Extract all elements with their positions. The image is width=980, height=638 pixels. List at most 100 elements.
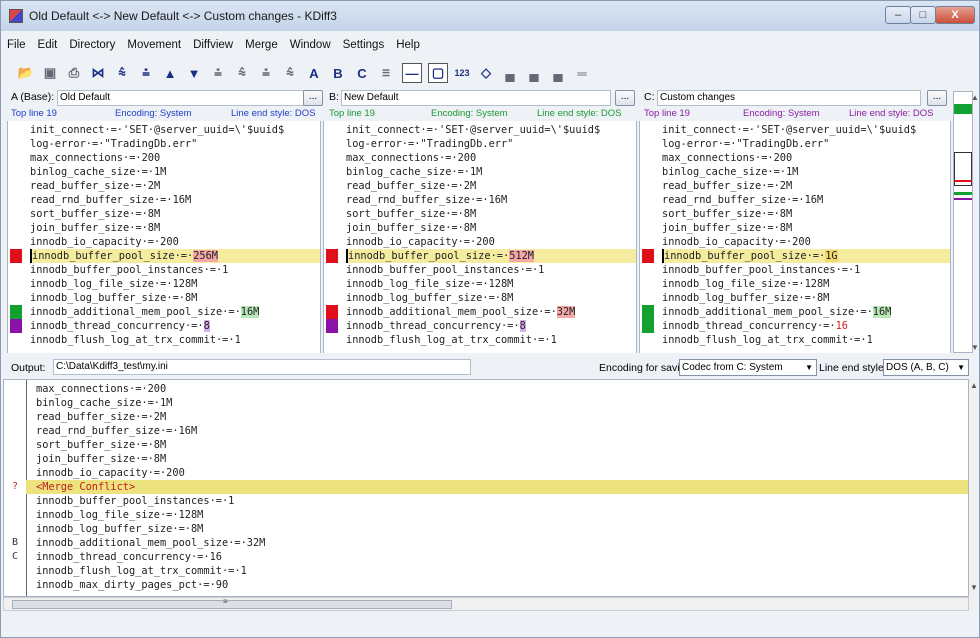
output-line: read_rnd_buffer_size·=·16M bbox=[36, 425, 198, 437]
next-conflict-icon[interactable]: ⩮ bbox=[207, 62, 229, 84]
pane-a-line-end: Line end style: DOS bbox=[231, 108, 316, 119]
pane-b-diff-view[interactable]: init_connect·=·'SET·@server_uuid=\'$uuid… bbox=[323, 121, 637, 353]
code-line-changed: innodb_thread_concurrency·=·8 bbox=[30, 319, 210, 333]
dual-pane-icon[interactable]: ▄ bbox=[547, 62, 569, 84]
first-conflict-icon[interactable]: ⩯ bbox=[279, 62, 301, 84]
choose-a-icon[interactable]: A bbox=[303, 62, 325, 84]
status-bar bbox=[1, 615, 979, 637]
auto-solve-icon[interactable]: ☰ bbox=[375, 62, 397, 84]
output-path-field[interactable]: C:\Data\Kdiff3_test\my.ini bbox=[53, 359, 471, 375]
code-line-conflict: innodb_buffer_pool_size·=·512M bbox=[346, 249, 636, 263]
pane-b-label: B: bbox=[329, 91, 339, 103]
menu-directory[interactable]: Directory bbox=[63, 39, 121, 51]
choose-c-icon[interactable]: C bbox=[351, 62, 373, 84]
close-button[interactable]: X bbox=[935, 6, 975, 24]
menu-help[interactable]: Help bbox=[390, 39, 426, 51]
source-indicator: C bbox=[12, 551, 19, 562]
menu-merge[interactable]: Merge bbox=[239, 39, 284, 51]
source-indicator: B bbox=[12, 537, 19, 548]
merge-output-view[interactable]: max_connections·=·200 binlog_cache_size·… bbox=[3, 379, 969, 597]
output-horizontal-scrollbar[interactable]: ≡ bbox=[3, 597, 969, 611]
menu-window[interactable]: Window bbox=[284, 39, 337, 51]
code-line: innodb_flush_log_at_trx_commit·=·1 bbox=[346, 334, 557, 346]
changed-value: 8 bbox=[519, 320, 526, 332]
line-end-style-label: Line end style: bbox=[819, 362, 887, 374]
pane-b-filename[interactable]: New Default bbox=[341, 90, 611, 106]
pane-c-filename[interactable]: Custom changes bbox=[657, 90, 921, 106]
sync-icon[interactable]: ═ bbox=[571, 62, 593, 84]
split-horizontal-icon[interactable]: ▄ bbox=[523, 62, 545, 84]
diff-vertical-scrollbar[interactable]: ▲ ▼ bbox=[971, 91, 979, 353]
diamond-icon[interactable]: ◇ bbox=[475, 62, 497, 84]
print-icon[interactable]: ⎙ bbox=[63, 62, 85, 84]
pane-c-diff-view[interactable]: init_connect·=·'SET·@server_uuid=\'$uuid… bbox=[639, 121, 951, 353]
scroll-up-icon[interactable]: ▲ bbox=[970, 381, 978, 390]
pane-a-diff-view[interactable]: init_connect·=·'SET·@server_uuid=\'$uuid… bbox=[7, 121, 321, 353]
menu-diffview[interactable]: Diffview bbox=[187, 39, 239, 51]
horizontal-scroll-thumb[interactable]: ≡ bbox=[12, 597, 452, 609]
minimize-button[interactable]: ‒ bbox=[885, 6, 911, 24]
code-line: innodb_log_file_size·=·128M bbox=[30, 278, 198, 290]
encoding-saving-select[interactable]: Codec from C: System ▼ bbox=[679, 359, 817, 376]
output-vertical-scrollbar[interactable]: ▲ ▼ bbox=[969, 379, 979, 611]
output-line: innodb_io_capacity·=·200 bbox=[36, 467, 185, 479]
output-line: binlog_cache_size·=·1M bbox=[36, 397, 173, 409]
next-unsolved-icon[interactable]: ⩮ bbox=[255, 62, 277, 84]
scroll-down-icon[interactable]: ▼ bbox=[971, 343, 979, 352]
code-line-changed: innodb_thread_concurrency·=·8 bbox=[346, 319, 526, 333]
show-whitespace-icon[interactable]: — bbox=[402, 63, 422, 83]
prev-conflict-icon[interactable]: ▲ bbox=[159, 62, 181, 84]
conflict-marker bbox=[10, 249, 22, 263]
prev-delta-icon[interactable]: ⩮ bbox=[135, 62, 157, 84]
menu-edit[interactable]: Edit bbox=[32, 39, 64, 51]
output-line: innodb_flush_log_at_trx_commit·=·1 bbox=[36, 565, 247, 577]
code-line-changed: innodb_additional_mem_pool_size·=·16M bbox=[662, 305, 892, 319]
changed-value: 16M bbox=[872, 306, 892, 318]
code-line: innodb_io_capacity·=·200 bbox=[662, 236, 811, 248]
output-line: innodb_additional_mem_pool_size·=·32M bbox=[36, 537, 266, 549]
menu-settings[interactable]: Settings bbox=[337, 39, 391, 51]
maximize-button[interactable]: □ bbox=[910, 6, 936, 24]
pane-c-label: C: bbox=[644, 91, 655, 103]
pane-a-encoding: Encoding: System bbox=[115, 108, 192, 119]
open-icon[interactable]: 📂 bbox=[15, 62, 37, 84]
save-icon[interactable]: ▣ bbox=[39, 62, 61, 84]
overview-mark bbox=[954, 104, 972, 114]
line-numbers-icon[interactable]: 123 bbox=[451, 62, 473, 84]
merge-conflict-line[interactable]: <Merge Conflict> bbox=[26, 480, 968, 494]
code-line: read_buffer_size·=·2M bbox=[346, 180, 477, 192]
pane-c-browse-button[interactable]: ... bbox=[927, 90, 947, 106]
go-top-icon[interactable]: ⋈ bbox=[87, 62, 109, 84]
pane-a-filename[interactable]: Old Default bbox=[57, 90, 307, 106]
next-delta-icon[interactable]: ▼ bbox=[183, 62, 205, 84]
changed-value: 16 bbox=[835, 320, 848, 332]
code-line: init_connect·=·'SET·@server_uuid=\'$uuid… bbox=[30, 124, 285, 136]
choose-b-icon[interactable]: B bbox=[327, 62, 349, 84]
code-line: log-error·=·"TradingDb.err" bbox=[346, 138, 514, 150]
kdiff3-app-icon bbox=[9, 9, 23, 23]
scroll-up-icon[interactable]: ▲ bbox=[971, 93, 979, 102]
code-line: join_buffer_size·=·8M bbox=[346, 222, 477, 234]
diff-overview-strip[interactable] bbox=[953, 91, 973, 353]
code-line: innodb_buffer_pool_instances·=·1 bbox=[346, 264, 545, 276]
title-bar[interactable]: Old Default <-> New Default <-> Custom c… bbox=[1, 1, 979, 31]
menu-file[interactable]: File bbox=[1, 39, 32, 51]
pane-a-browse-button[interactable]: ... bbox=[303, 90, 323, 106]
window-title: Old Default <-> New Default <-> Custom c… bbox=[29, 9, 337, 23]
change-marker bbox=[10, 319, 22, 333]
output-line: innodb_log_file_size·=·128M bbox=[36, 509, 204, 521]
prev-unsolved-icon[interactable]: ⩯ bbox=[231, 62, 253, 84]
change-marker bbox=[10, 305, 22, 319]
code-line: read_rnd_buffer_size·=·16M bbox=[30, 194, 192, 206]
pane-b-browse-button[interactable]: ... bbox=[615, 90, 635, 106]
go-bottom-icon[interactable]: ⩯ bbox=[111, 62, 133, 84]
menu-movement[interactable]: Movement bbox=[121, 39, 187, 51]
code-line-conflict: innodb_buffer_pool_size·=·256M bbox=[30, 249, 320, 263]
code-line: read_buffer_size·=·2M bbox=[662, 180, 793, 192]
show-window-icon[interactable]: ▢ bbox=[428, 63, 448, 83]
scroll-down-icon[interactable]: ▼ bbox=[970, 583, 978, 592]
line-end-style-select[interactable]: DOS (A, B, C) ▼ bbox=[883, 359, 969, 376]
conflict-marker bbox=[642, 249, 654, 263]
split-icon[interactable]: ▄ bbox=[499, 62, 521, 84]
change-marker bbox=[642, 305, 654, 319]
